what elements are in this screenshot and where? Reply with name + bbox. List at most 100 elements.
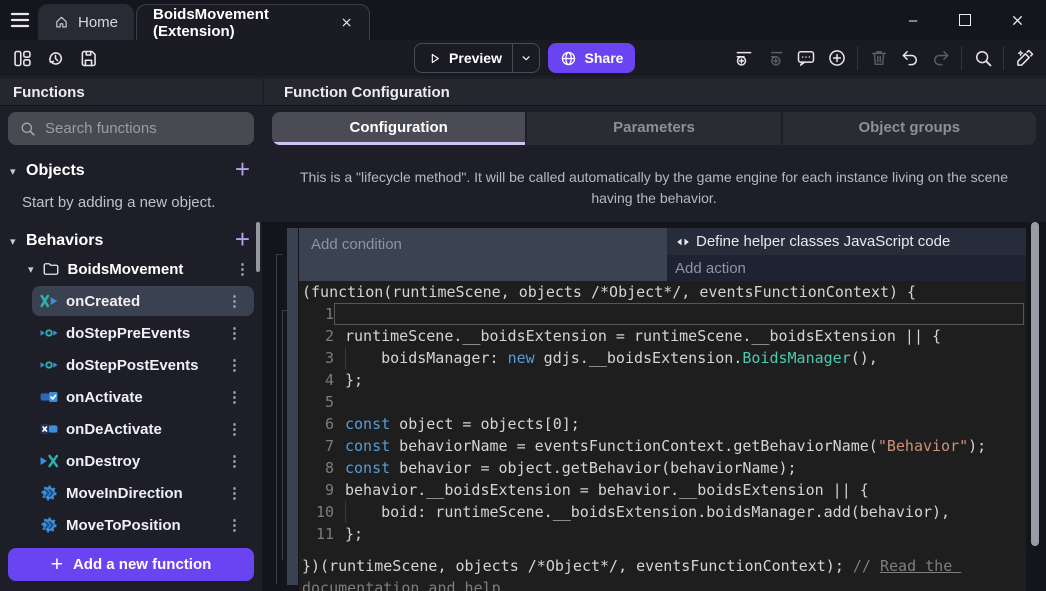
add-comment-button[interactable] bbox=[790, 43, 821, 73]
more-options-icon[interactable]: ⋮ bbox=[227, 388, 242, 406]
save-icon[interactable] bbox=[78, 48, 99, 69]
lifecycle-step-icon bbox=[40, 356, 58, 374]
code-line-9: 9behavior.__boidsExtension = behavior.__… bbox=[299, 479, 1026, 501]
js-event-title[interactable]: Define helper classes JavaScript code bbox=[667, 228, 1026, 255]
undo-button[interactable] bbox=[894, 43, 925, 73]
code-line-5: 5 bbox=[299, 391, 1026, 413]
sidebar-scrollbar-thumb[interactable] bbox=[256, 222, 260, 272]
add-object-button[interactable]: + bbox=[235, 154, 250, 184]
search-button[interactable] bbox=[967, 43, 998, 73]
more-options-icon[interactable]: ⋮ bbox=[227, 516, 242, 534]
configuration-tabs: ConfigurationParametersObject groups bbox=[272, 112, 1036, 145]
objects-section-label: Objects bbox=[26, 162, 85, 180]
line-number: 10 bbox=[299, 501, 334, 523]
epilogue-code: })(runtimeScene, objects /*Object*/, eve… bbox=[302, 557, 853, 575]
search-functions-box[interactable] bbox=[8, 112, 254, 145]
add-behavior-button[interactable]: + bbox=[235, 224, 250, 254]
more-options-icon[interactable]: ⋮ bbox=[227, 420, 242, 438]
function-item-label: onCreated bbox=[66, 293, 140, 310]
more-options-icon[interactable]: ⋮ bbox=[227, 356, 242, 374]
folder-icon bbox=[42, 260, 60, 278]
chevron-down-icon[interactable] bbox=[519, 50, 533, 66]
toolbar: Preview Share bbox=[0, 40, 1046, 76]
add-function-button[interactable]: + Add a new function bbox=[8, 548, 254, 581]
function-item-onActivate[interactable]: onActivate⋮ bbox=[32, 382, 254, 412]
function-item-onCreated[interactable]: onCreated ⋮ bbox=[32, 286, 254, 316]
edit-extension-button[interactable] bbox=[1009, 43, 1040, 73]
line-number: 4 bbox=[299, 369, 334, 391]
minimize-button[interactable]: – bbox=[894, 5, 932, 35]
line-number: 6 bbox=[299, 413, 334, 435]
function-configuration-title: Function Configuration bbox=[264, 79, 1046, 106]
tab-object-groups[interactable]: Object groups bbox=[781, 112, 1036, 145]
objects-section-header[interactable]: ▾ Objects + bbox=[0, 156, 262, 186]
event-bracket-line bbox=[276, 254, 277, 584]
events-scrollbar-thumb[interactable] bbox=[1031, 222, 1039, 546]
trash-icon bbox=[869, 48, 889, 68]
search-functions-input[interactable] bbox=[45, 120, 245, 137]
menu-hamburger-icon[interactable] bbox=[8, 8, 32, 32]
tab-configuration[interactable]: Configuration bbox=[272, 112, 525, 145]
add-event-button[interactable] bbox=[728, 43, 759, 73]
behaviors-section-header[interactable]: ▾ Behaviors + bbox=[0, 226, 262, 256]
behavior-functions-tree: ▾ BoidsMovement ⋮ onCreated⋮doStepPreEve… bbox=[0, 254, 262, 542]
maximize-icon bbox=[959, 14, 971, 26]
function-item-label: onDeActivate bbox=[66, 421, 162, 438]
trash-button bbox=[863, 43, 894, 73]
add-condition-cell[interactable]: Add condition bbox=[299, 228, 667, 281]
tab-parameters[interactable]: Parameters bbox=[525, 112, 780, 145]
window-controls: – bbox=[894, 0, 1036, 40]
function-item-onDestroy[interactable]: onDestroy⋮ bbox=[32, 446, 254, 476]
add-comment-icon bbox=[796, 48, 816, 68]
more-options-icon[interactable]: ⋮ bbox=[227, 324, 242, 342]
code-epilogue: })(runtimeScene, objects /*Object*/, eve… bbox=[299, 555, 991, 591]
more-options-icon[interactable]: ⋮ bbox=[227, 292, 242, 310]
redo-button bbox=[925, 43, 956, 73]
function-item-doStepPostEvents[interactable]: doStepPostEvents ⋮ bbox=[32, 350, 254, 380]
tab-home[interactable]: Home bbox=[38, 4, 134, 40]
line-number: 7 bbox=[299, 435, 334, 457]
toolbar-divider bbox=[1003, 46, 1004, 70]
event-drag-handle[interactable] bbox=[287, 228, 298, 585]
add-event-icon bbox=[734, 48, 754, 68]
js-code-editor[interactable]: (function(runtimeScene, objects /*Object… bbox=[299, 281, 1026, 591]
function-item-label: doStepPostEvents bbox=[66, 357, 199, 374]
line-number: 9 bbox=[299, 479, 334, 501]
redo-icon bbox=[931, 48, 951, 68]
code-line-2: 2runtimeScene.__boidsExtension = runtime… bbox=[299, 325, 1026, 347]
close-tab-icon[interactable] bbox=[340, 15, 353, 30]
code-line-3: 3 boidsManager: new gdjs.__boidsExtensio… bbox=[299, 347, 1026, 369]
more-options-icon[interactable]: ⋮ bbox=[235, 260, 250, 278]
collapse-arrow-icon[interactable]: ▾ bbox=[10, 235, 21, 248]
function-item-MoveToPosition[interactable]: MoveToPosition⋮ bbox=[32, 510, 254, 540]
toolbar-left-icons bbox=[12, 40, 99, 76]
function-item-onDeActivate[interactable]: onDeActivate ⋮ bbox=[32, 414, 254, 444]
preview-button[interactable]: Preview bbox=[414, 43, 540, 73]
globe-icon bbox=[560, 50, 577, 67]
event-bracket-tick bbox=[276, 254, 282, 255]
close-button[interactable] bbox=[998, 5, 1036, 35]
code-line-11: 11}; bbox=[299, 523, 1026, 545]
collapse-arrow-icon[interactable]: ▾ bbox=[28, 263, 34, 276]
add-action-cell[interactable]: Add action bbox=[667, 255, 1026, 281]
maximize-button[interactable] bbox=[946, 5, 984, 35]
add-circle-button[interactable] bbox=[821, 43, 852, 73]
collapse-arrow-icon[interactable]: ▾ bbox=[10, 165, 21, 178]
more-options-icon[interactable]: ⋮ bbox=[227, 484, 242, 502]
preview-split-divider bbox=[512, 44, 513, 72]
share-button[interactable]: Share bbox=[548, 43, 635, 73]
play-icon bbox=[427, 50, 442, 67]
function-item-label: MoveInDirection bbox=[66, 485, 183, 502]
layout-icon[interactable] bbox=[12, 48, 33, 69]
more-options-icon[interactable]: ⋮ bbox=[227, 452, 242, 470]
tab-extension[interactable]: BoidsMovement (Extension) bbox=[136, 4, 370, 40]
history-icon[interactable] bbox=[45, 48, 66, 69]
line-number: 1 bbox=[299, 303, 334, 325]
function-item-doStepPreEvents[interactable]: doStepPreEvents⋮ bbox=[32, 318, 254, 348]
js-code-icon bbox=[675, 234, 691, 250]
add-subevent-button bbox=[759, 43, 790, 73]
share-label: Share bbox=[585, 50, 624, 66]
function-item-MoveInDirection[interactable]: MoveInDirection ⋮ bbox=[32, 478, 254, 508]
behavior-group-row[interactable]: ▾ BoidsMovement ⋮ bbox=[0, 254, 262, 284]
lifecycle-activate-icon bbox=[40, 388, 58, 406]
